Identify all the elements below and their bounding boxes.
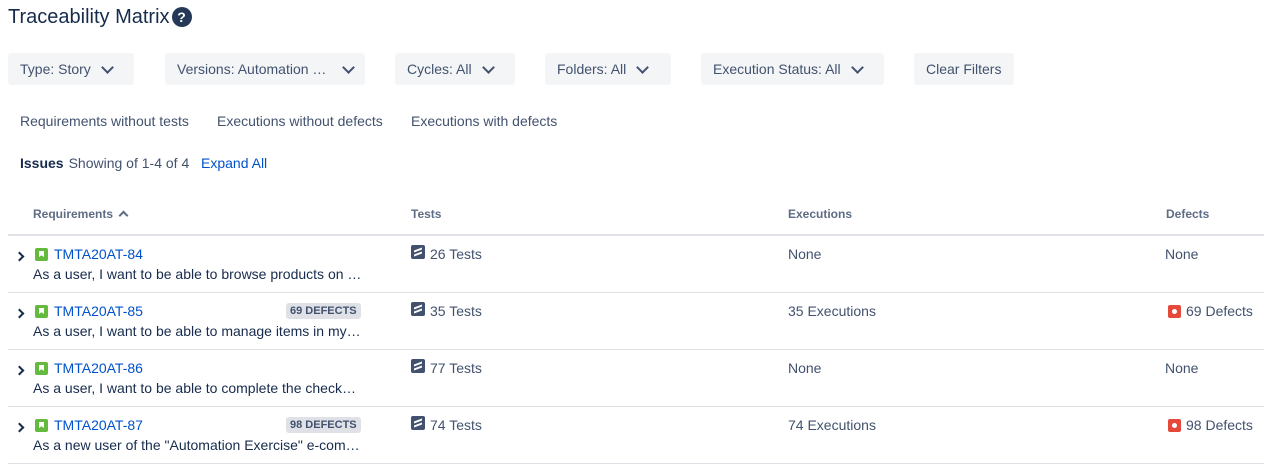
story-icon (35, 362, 48, 375)
defects-value[interactable]: 69 Defects (1186, 303, 1253, 319)
chevron-down-icon (850, 60, 864, 74)
table-row: TMTA20AT-85 69 DEFECTS As a user, I want… (8, 293, 1264, 350)
table-row: TMTA20AT-87 98 DEFECTS As a new user of … (8, 407, 1264, 464)
expand-row-icon[interactable] (14, 422, 25, 433)
filter-execution-status-label: Execution Status: All (713, 61, 841, 77)
defects-value: None (1165, 360, 1199, 376)
column-header-defects: Defects (1166, 207, 1210, 221)
page-title-text: Traceability Matrix (8, 5, 170, 28)
quick-filter-executions-with-defects[interactable]: Executions with defects (411, 113, 557, 129)
tests-count[interactable]: 77 Tests (430, 360, 482, 376)
filter-folders-label: Folders: All (557, 61, 627, 77)
test-icon (411, 245, 425, 259)
expand-row-icon[interactable] (14, 251, 25, 262)
filter-cycles[interactable]: Cycles: All (395, 53, 515, 85)
story-icon (35, 419, 48, 432)
column-header-requirements[interactable]: Requirements (33, 207, 129, 221)
requirement-summary: As a new user of the "Automation Exercis… (33, 437, 363, 453)
requirement-key-link[interactable]: TMTA20AT-84 (54, 246, 143, 262)
requirement-summary: As a user, I want to be able to browse p… (33, 266, 363, 282)
test-icon (411, 302, 425, 316)
chevron-down-icon (636, 60, 650, 74)
requirement-key-link[interactable]: TMTA20AT-85 (54, 303, 143, 319)
clear-filters-label: Clear Filters (926, 61, 1002, 77)
defects-badge: 98 DEFECTS (286, 417, 361, 433)
executions-value: None (788, 360, 822, 376)
column-header-requirements-label: Requirements (33, 207, 114, 221)
tests-count[interactable]: 26 Tests (430, 246, 482, 262)
bug-icon (1168, 419, 1181, 432)
filter-execution-status[interactable]: Execution Status: All (701, 53, 884, 85)
requirement-summary: As a user, I want to be able to manage i… (33, 323, 363, 339)
chevron-down-icon (100, 60, 114, 74)
help-icon[interactable]: ? (171, 7, 192, 27)
defects-value: None (1165, 246, 1199, 262)
chevron-down-icon (481, 60, 495, 74)
filter-type[interactable]: Type: Story (8, 53, 134, 85)
executions-value: None (788, 246, 822, 262)
story-icon (35, 248, 48, 261)
defects-badge: 69 DEFECTS (286, 303, 361, 319)
executions-value[interactable]: 74 Executions (788, 417, 876, 433)
bug-icon (1168, 305, 1181, 318)
issues-count: Issues Showing of 1-4 of 4 (20, 155, 189, 171)
clear-filters-button[interactable]: Clear Filters (914, 53, 1014, 85)
test-icon (411, 359, 425, 373)
tests-count[interactable]: 35 Tests (430, 303, 482, 319)
test-icon (411, 416, 425, 430)
expand-row-icon[interactable] (14, 308, 25, 319)
table-row: TMTA20AT-84 As a user, I want to be able… (8, 236, 1264, 293)
column-header-executions: Executions (788, 207, 853, 221)
filter-folders[interactable]: Folders: All (545, 53, 671, 85)
quick-filter-executions-without-defects[interactable]: Executions without defects (217, 113, 383, 129)
executions-value[interactable]: 35 Executions (788, 303, 876, 319)
issues-label: Issues (20, 155, 64, 171)
expand-row-icon[interactable] (14, 365, 25, 376)
page-title: Traceability Matrix ? (8, 4, 192, 30)
requirement-key-link[interactable]: TMTA20AT-87 (54, 417, 143, 433)
story-icon (35, 305, 48, 318)
filter-versions[interactable]: Versions: Automation Exercise (165, 53, 365, 85)
defects-value[interactable]: 98 Defects (1186, 417, 1253, 433)
filter-versions-label: Versions: Automation Exercise (177, 61, 332, 77)
requirement-key-link[interactable]: TMTA20AT-86 (54, 360, 143, 376)
quick-filter-requirements-without-tests[interactable]: Requirements without tests (20, 113, 189, 129)
filter-cycles-label: Cycles: All (407, 61, 472, 77)
expand-all-link[interactable]: Expand All (201, 155, 267, 171)
issues-showing: Showing of 1-4 of 4 (68, 155, 190, 171)
column-header-tests: Tests (411, 207, 442, 221)
filter-type-label: Type: Story (20, 61, 91, 77)
table-row: TMTA20AT-86 As a user, I want to be able… (8, 350, 1264, 407)
tests-count[interactable]: 74 Tests (430, 417, 482, 433)
sort-ascending-icon (118, 210, 129, 221)
chevron-down-icon (342, 60, 355, 74)
requirement-summary: As a user, I want to be able to complete… (33, 380, 363, 396)
